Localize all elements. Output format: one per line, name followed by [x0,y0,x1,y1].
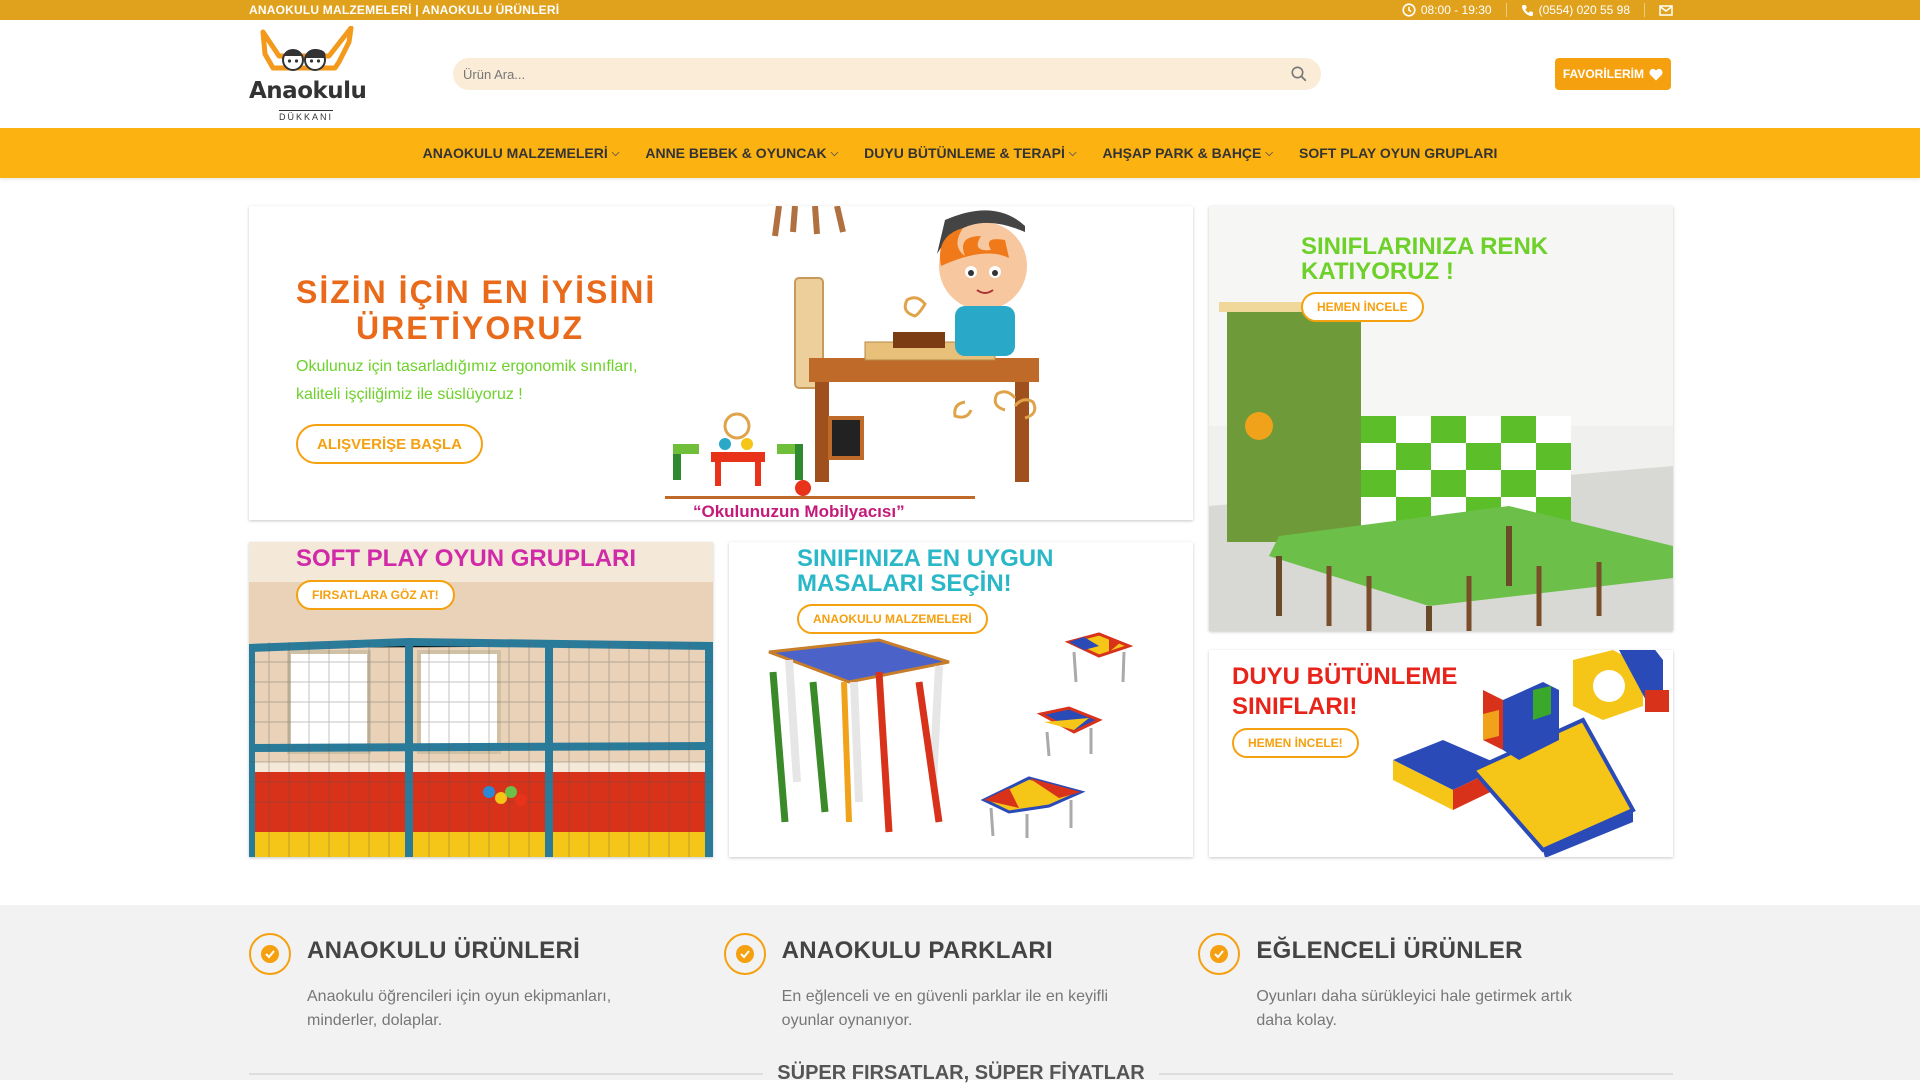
phone-text: (0554) 020 55 98 [1538,3,1630,17]
clock-icon [1402,3,1416,17]
search-bar [453,58,1321,90]
feature-title: ANAOKULU PARKLARI [781,937,1053,964]
feature-item: ANAOKULU PARKLARI En eğlenceli ve en güv… [723,933,1199,1033]
deals-heading: SÜPER FIRSATLAR, SÜPER FİYATLAR [249,1062,1673,1085]
hours-text: 08:00 - 19:30 [1420,3,1492,17]
classroom-banner[interactable]: SINIFLARINIZA RENK KATIYORUZ ! HEMEN İNC… [1209,206,1673,631]
favorites-button[interactable]: FAVORİLERİM [1554,58,1671,90]
hero-title: SİZİN İÇİN EN İYİSİNİ ÜRETİYORUZ [296,274,657,346]
banner-grid: SİZİN İÇİN EN İYİSİNİ ÜRETİYORUZ Okulunu… [249,178,1673,891]
feature-item: ANAOKULU ÜRÜNLERİ Anaokulu öğrencileri i… [249,933,724,1033]
hero-text: Okulunuz için tasarladığımız ergonomik s… [296,358,638,403]
chevron-down-icon: ⌵ [830,147,839,159]
phone-icon [1521,4,1533,16]
top-bar-tagline: ANAOKULU MALZEMELERİ | ANAOKULU ÜRÜNLERİ [249,3,560,17]
deals-heading-text: SÜPER FIRSATLAR, SÜPER FİYATLAR [777,1062,1145,1084]
phone-link[interactable]: (0554) 020 55 98 [1521,3,1630,17]
search-input[interactable] [463,66,1291,82]
chevron-down-icon: ⌵ [1265,147,1273,159]
sensory-banner[interactable]: DUYU BÜTÜNLEME SINIFLARI! HEMEN İNCELE! [1209,650,1673,857]
feature-item: EĞLENCELİ ÜRÜNLER Oyunları daha sürükley… [1198,933,1673,1033]
feature-text: Oyunları daha sürükleyici hale getirmek … [1256,988,1573,1029]
check-badge-icon [1198,933,1241,975]
favorites-label: FAVORİLERİM [1562,67,1644,81]
chevron-down-icon: ⌵ [1068,147,1077,159]
divider [1158,1072,1673,1075]
nav-item-anaokulu-malzemeleri[interactable]: ANAOKULU MALZEMELERİ ⌵ [423,145,620,161]
feature-text: Anaokulu öğrencileri için oyun ekipmanla… [307,988,612,1029]
search-icon[interactable] [1291,66,1307,82]
features-section: ANAOKULU ÜRÜNLERİ Anaokulu öğrencileri i… [0,905,1920,1080]
nav-item-soft-play[interactable]: SOFT PLAY OYUN GRUPLARI [1299,145,1497,161]
feature-title: ANAOKULU ÜRÜNLERİ [307,937,581,964]
tables-category-button[interactable]: ANAOKULU MALZEMELERİ [797,604,988,634]
hero-caption: “Okulunuzun Mobilyacısı” [693,502,905,520]
softplay-deals-button[interactable]: FIRSATLARA GÖZ AT! [296,580,455,610]
sensory-inspect-button[interactable]: HEMEN İNCELE! [1232,728,1359,758]
tables-title: SINIFINIZA EN UYGUN MASALARI SEÇİN! [797,545,1054,598]
softplay-title: SOFT PLAY OYUN GRUPLARI [296,545,637,572]
hero-banner[interactable]: SİZİN İÇİN EN İYİSİNİ ÜRETİYORUZ Okulunu… [249,206,1193,520]
divider [249,1072,764,1075]
chevron-down-icon: ⌵ [611,147,620,159]
heart-icon [1649,68,1663,80]
hero-illustration [665,206,1039,499]
start-shopping-button[interactable]: ALIŞVERİŞE BAŞLA [296,424,484,464]
sensory-title: DUYU BÜTÜNLEME SINIFLARI! [1232,663,1458,720]
feature-text: En eğlenceli ve en güvenli parklar ile e… [781,988,1109,1029]
nav-item-ahsap-park[interactable]: AHŞAP PARK & BAHÇE ⌵ [1102,145,1273,161]
site-logo[interactable]: Anaokulu DÜKKANI [249,25,367,126]
nav-item-anne-bebek[interactable]: ANNE BEBEK & OYUNCAK ⌵ [645,145,838,161]
logo-wordmark: Anaokulu [249,78,367,104]
softplay-banner[interactable]: SOFT PLAY OYUN GRUPLARI FIRSATLARA GÖZ A… [249,542,713,857]
mail-icon[interactable] [1659,4,1673,16]
classroom-inspect-button[interactable]: HEMEN İNCELE [1301,292,1424,322]
main-navigation: ANAOKULU MALZEMELERİ ⌵ ANNE BEBEK & OYUNC… [0,128,1920,178]
check-badge-icon [249,933,291,975]
classroom-title: SINIFLARINIZA RENK KATIYORUZ ! [1301,233,1549,286]
top-bar: ANAOKULU MALZEMELERİ | ANAOKULU ÜRÜNLERİ… [0,0,1920,20]
divider [1505,3,1507,17]
tables-banner[interactable]: SINIFINIZA EN UYGUN MASALARI SEÇİN! ANAO… [729,542,1193,857]
nav-item-duyu-butunleme[interactable]: DUYU BÜTÜNLEME & TERAPİ ⌵ [864,145,1076,161]
logo-subtitle: DÜKKANI [279,110,334,122]
feature-title: EĞLENCELİ ÜRÜNLER [1256,937,1523,964]
divider [1644,3,1645,17]
site-header: Anaokulu DÜKKANI FAVORİLERİM [0,20,1920,128]
check-badge-icon [723,933,766,975]
opening-hours: 08:00 - 19:30 [1402,3,1492,17]
